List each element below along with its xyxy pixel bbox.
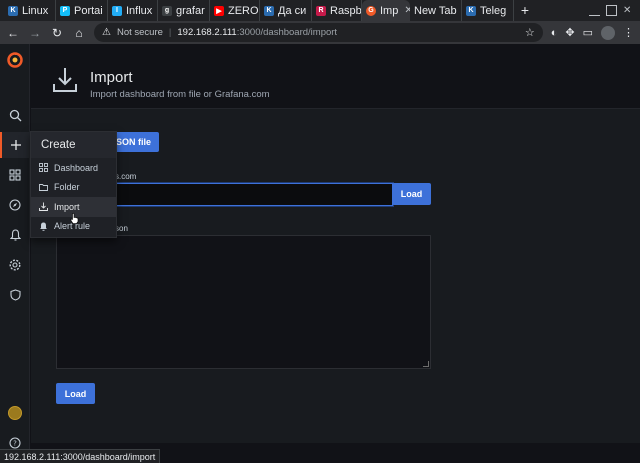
browser-tab[interactable]: K Да си xyxy=(260,0,312,21)
menu-item-label: Import xyxy=(54,201,80,212)
apps-icon[interactable] xyxy=(0,162,30,188)
tab-label: Imp xyxy=(380,4,399,17)
extension-icon[interactable]: ◐ xyxy=(551,27,558,39)
grafana-logo-icon[interactable] xyxy=(7,52,23,68)
browser-tab[interactable]: I Influx xyxy=(108,0,158,21)
import-icon xyxy=(39,202,48,212)
tab-label: Raspb xyxy=(330,4,362,17)
warning-icon: ⚠ xyxy=(102,27,111,38)
tab-label: Linux xyxy=(22,4,49,17)
tab-label: Influx xyxy=(126,4,153,17)
grafana-sidebar: ? xyxy=(0,44,30,463)
tab-label: Да си xyxy=(278,4,307,17)
json-textarea[interactable] xyxy=(56,235,431,369)
upload-json-button[interactable]: SON file xyxy=(115,132,159,152)
youtube-icon: ▶ xyxy=(214,5,224,16)
search-icon[interactable] xyxy=(0,102,30,128)
back-icon[interactable]: ← xyxy=(6,26,20,40)
minimize-icon[interactable] xyxy=(589,5,600,16)
browser-tab-active[interactable]: G Imp ✕ xyxy=(362,0,410,21)
sidebar-toggle-icon[interactable]: ▭ xyxy=(583,26,593,39)
url-path: :3000/dashboard/import xyxy=(236,27,338,38)
create-menu-title[interactable]: Create xyxy=(31,132,116,158)
page-header: Import Import dashboard from file or Gra… xyxy=(31,44,640,108)
reload-icon[interactable]: ↻ xyxy=(50,26,64,40)
tab-favicon-icon: g xyxy=(162,5,172,16)
browser-tab[interactable]: ▶ ZERO xyxy=(210,0,260,21)
security-label: Not secure xyxy=(116,27,163,38)
plus-icon[interactable] xyxy=(0,132,30,158)
url-host: 192.168.2.111 xyxy=(177,27,237,38)
browser-tab-bar: K Linux P Portai I Influx g grafar ▶ ZER… xyxy=(0,0,640,21)
page-title: Import xyxy=(90,69,133,86)
browser-tab[interactable]: K Linux xyxy=(4,0,56,21)
puzzle-icon[interactable]: ✥ xyxy=(565,26,574,39)
menu-item-label: Dashboard xyxy=(54,162,99,173)
load-json-button[interactable]: Load xyxy=(56,383,95,404)
browser-tab[interactable]: R Raspb xyxy=(312,0,362,21)
bell-icon xyxy=(40,222,47,231)
raspberry-icon: R xyxy=(316,5,326,16)
menu-item-label: Folder xyxy=(54,182,80,193)
tab-label: ZERO xyxy=(228,4,259,17)
home-icon[interactable]: ⌂ xyxy=(72,26,86,40)
browser-toolbar: ← → ↻ ⌂ ⚠ Not secure | 192.168.2.111:300… xyxy=(0,21,640,44)
status-bar-url: 192.168.2.111:3000/dashboard/import xyxy=(0,449,161,463)
separator: | xyxy=(168,27,172,38)
maximize-icon[interactable] xyxy=(606,5,617,16)
shield-icon[interactable] xyxy=(0,282,30,308)
address-bar[interactable]: ⚠ Not secure | 192.168.2.111:3000/dashbo… xyxy=(94,23,543,42)
browser-tab[interactable]: K Teleg xyxy=(462,0,514,21)
import-panel: SON file s.com Load son Load xyxy=(31,108,640,443)
apps-icon xyxy=(39,163,48,173)
resize-handle[interactable] xyxy=(423,361,429,367)
load-url-button[interactable]: Load xyxy=(392,183,431,205)
import-icon xyxy=(53,68,77,92)
menu-item-folder[interactable]: Folder xyxy=(31,178,116,198)
star-icon[interactable]: ☆ xyxy=(525,26,535,39)
tab-favicon-icon: I xyxy=(112,5,122,16)
tab-label: grafar xyxy=(176,4,205,17)
tab-favicon-icon: K xyxy=(8,5,18,16)
tab-favicon-icon: K xyxy=(264,5,274,16)
tab-favicon-icon: P xyxy=(60,5,70,16)
more-menu-icon[interactable]: ⋮ xyxy=(623,26,634,39)
tab-favicon-icon: K xyxy=(466,5,476,16)
profile-avatar[interactable] xyxy=(601,25,615,40)
browser-tab[interactable]: New Tab xyxy=(410,0,462,21)
main-content: Import Import dashboard from file or Gra… xyxy=(31,44,640,463)
compass-icon[interactable] xyxy=(0,192,30,218)
user-avatar[interactable] xyxy=(8,406,22,420)
bell-icon[interactable] xyxy=(0,222,30,248)
folder-icon xyxy=(39,183,48,191)
forward-icon[interactable]: → xyxy=(28,26,42,40)
gear-icon[interactable] xyxy=(0,252,30,278)
tab-label: Portai xyxy=(74,4,103,17)
new-tab-button[interactable]: + xyxy=(514,0,536,21)
window-controls: ✕ xyxy=(589,5,634,16)
hand-cursor-icon xyxy=(70,213,79,224)
grafana-com-label: s.com xyxy=(115,172,137,181)
page-subtitle: Import dashboard from file or Grafana.co… xyxy=(90,89,270,100)
close-window-icon[interactable]: ✕ xyxy=(623,5,634,16)
browser-tab[interactable]: g grafar xyxy=(158,0,210,21)
extension-icons: ◐ ✥ ▭ ⋮ xyxy=(551,25,634,40)
tab-label: Teleg xyxy=(480,4,507,17)
svg-text:?: ? xyxy=(13,440,17,448)
browser-tab[interactable]: P Portai xyxy=(56,0,108,21)
tab-label: New Tab xyxy=(414,4,457,17)
menu-item-dashboard[interactable]: Dashboard xyxy=(31,158,116,178)
grafana-favicon-icon: G xyxy=(366,5,376,16)
